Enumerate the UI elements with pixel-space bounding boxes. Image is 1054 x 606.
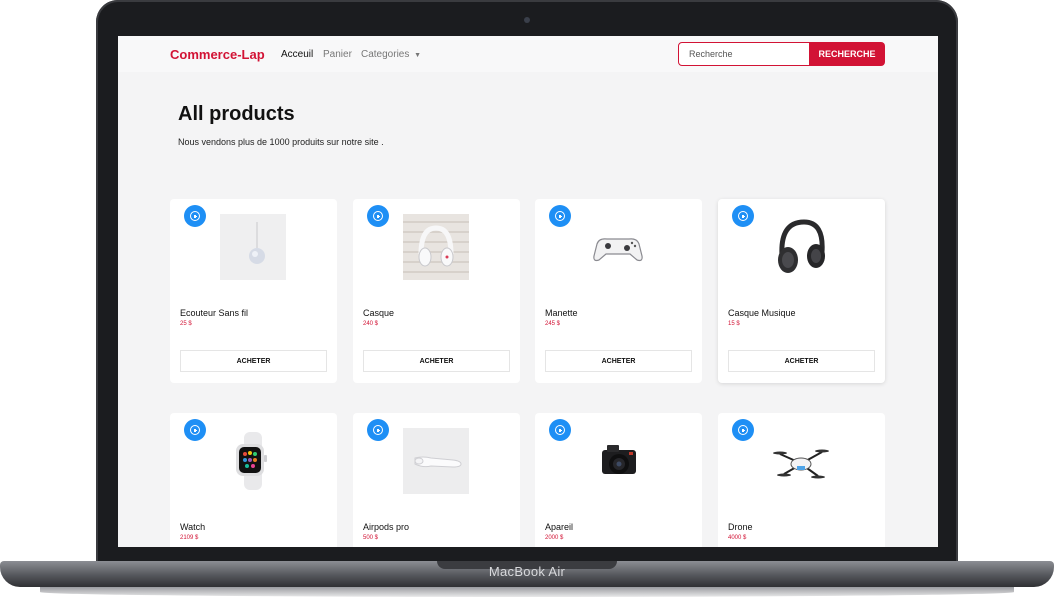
product-card: Casque 240 $ ACHETER [353,199,520,383]
buy-button[interactable]: ACHETER [545,350,692,372]
product-name: Casque [363,308,395,318]
nav-dropdown-categories[interactable]: Categories ▼ [361,49,421,60]
camera-icon [602,445,636,474]
product-price: 4000 $ [728,535,747,541]
product-name: Manette [545,308,578,318]
plus-circle-icon [555,211,565,221]
airpods-icon [403,428,469,494]
nav-link-acceuil[interactable]: Acceuil [281,49,313,60]
product-card: Apareil 2000 $ [535,413,702,547]
buy-button[interactable]: ACHETER [728,350,875,372]
caret-down-icon: ▼ [414,52,422,59]
product-card: Ecouteur Sans fil 25 $ ACHETER [170,199,337,383]
add-to-cart-button[interactable] [184,419,206,441]
browser-viewport: Commerce-Lap Acceuil Panier Categories ▼… [118,36,938,547]
product-price: 500 $ [363,535,379,541]
product-card: Watch 2109 $ [170,413,337,547]
buy-button[interactable]: ACHETER [363,350,510,372]
product-price: 2109 $ [180,535,199,541]
product-card: Airpods pro 500 $ [353,413,520,547]
device-label: MacBook Air [488,564,566,579]
plus-circle-icon [373,425,383,435]
product-price: 240 $ [363,321,379,327]
product-name: Apareil [545,522,574,532]
headphones-icon [403,214,469,280]
gamepad-icon [593,238,643,262]
webcam [524,17,530,23]
add-to-cart-button[interactable] [367,419,389,441]
navbar: Commerce-Lap Acceuil Panier Categories ▼… [118,36,938,72]
studio-headphones-icon [778,219,825,273]
product-price: 2000 $ [545,535,564,541]
add-to-cart-button[interactable] [367,205,389,227]
laptop-shadow [40,587,1014,597]
categories-label: Categories [361,49,410,60]
product-card: Drone 4000 $ [718,413,885,547]
add-to-cart-button[interactable] [549,205,571,227]
plus-circle-icon [373,211,383,221]
product-name: Casque Musique [728,308,796,318]
nav-link-panier[interactable]: Panier [323,49,352,60]
product-name: Watch [180,522,206,532]
screen-bezel [118,547,938,561]
add-to-cart-button[interactable] [732,419,754,441]
page-subtitle: Nous vendons plus de 1000 produits sur n… [178,137,384,147]
search-button[interactable]: RECHERCHE [809,42,885,66]
page-title: All products [178,103,295,125]
plus-circle-icon [190,425,200,435]
product-price: 15 $ [728,321,740,327]
site-logo[interactable]: Commerce-Lap [170,47,265,62]
drone-icon [773,449,829,479]
add-to-cart-button[interactable] [184,205,206,227]
plus-circle-icon [190,211,200,221]
product-name: Airpods pro [363,522,410,532]
add-to-cart-button[interactable] [732,205,754,227]
search-input[interactable] [678,42,810,66]
product-name: Drone [728,522,753,532]
product-card: Manette 245 $ ACHETER [535,199,702,383]
product-name: Ecouteur Sans fil [180,308,249,318]
plus-circle-icon [738,211,748,221]
plus-circle-icon [555,425,565,435]
product-price: 25 $ [180,321,192,327]
add-to-cart-button[interactable] [549,419,571,441]
plus-circle-icon [738,425,748,435]
wireless-earbud-icon [220,214,286,280]
product-price: 245 $ [545,321,561,327]
product-card: Casque Musique 15 $ ACHETER [718,199,885,383]
buy-button[interactable]: ACHETER [180,350,327,372]
smartwatch-icon [236,432,267,490]
